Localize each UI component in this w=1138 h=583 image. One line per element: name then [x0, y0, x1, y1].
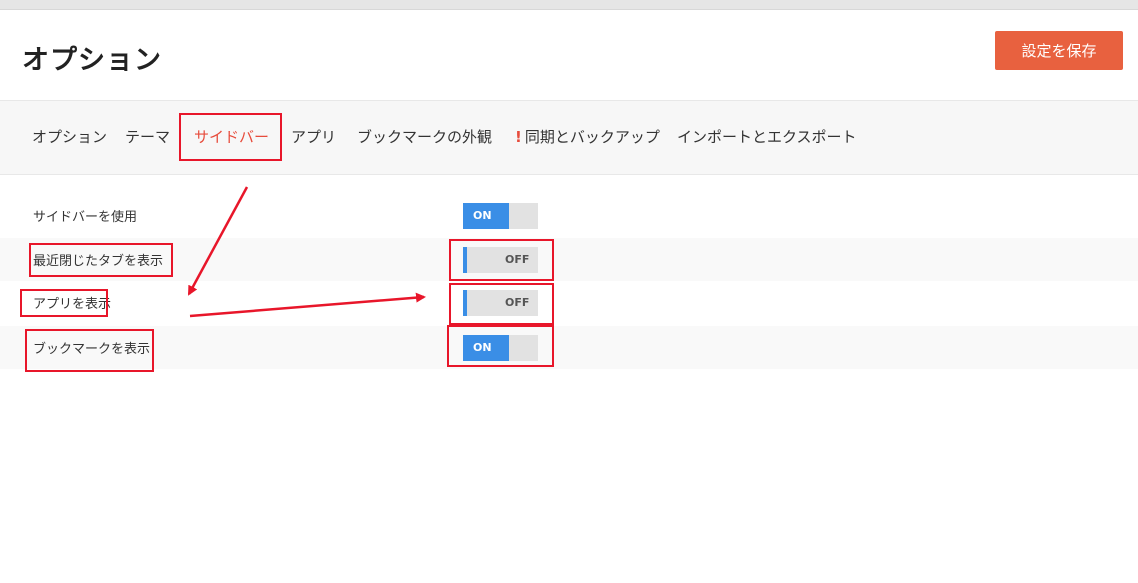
toggle-use-sidebar[interactable]: ON	[463, 203, 538, 229]
toggle-knob	[463, 290, 467, 316]
setting-row-show-bookmarks: ブックマークを表示 ON	[0, 326, 1138, 369]
toggle-show-bookmarks[interactable]: ON	[463, 335, 538, 361]
toggle-state-text: OFF	[505, 296, 530, 309]
tab-bar: オプション テーマ サイドバー アプリ ブックマークの外観 ! 同期とバックアップ…	[0, 100, 1138, 175]
tab-apps[interactable]: アプリ	[291, 126, 336, 147]
tab-import-export[interactable]: インポートとエクスポート	[677, 126, 857, 147]
setting-row-show-apps: アプリを表示 OFF	[0, 281, 1138, 324]
setting-row-use-sidebar: サイドバーを使用 ON	[0, 194, 1138, 237]
setting-label-show-apps: アプリを表示	[33, 297, 112, 312]
toggle-knob	[463, 247, 467, 273]
tab-sidebar[interactable]: サイドバー	[194, 126, 269, 147]
tab-sync-backup-label: 同期とバックアップ	[524, 128, 660, 146]
setting-label-recent-tabs: 最近閉じたタブを表示	[33, 254, 164, 269]
warning-icon: !	[515, 128, 522, 146]
setting-label-use-sidebar: サイドバーを使用	[33, 210, 138, 225]
tab-options[interactable]: オプション	[32, 126, 107, 147]
toggle-state-text: ON	[473, 341, 492, 354]
tab-sync-backup[interactable]: ! 同期とバックアップ	[515, 126, 660, 147]
toggle-recent-tabs[interactable]: OFF	[463, 247, 538, 273]
window-top-strip	[0, 0, 1138, 10]
setting-label-show-bookmarks: ブックマークを表示	[33, 342, 151, 357]
setting-row-recent-tabs: 最近閉じたタブを表示 OFF	[0, 238, 1138, 281]
page-title: オプション	[22, 45, 162, 76]
tab-bookmark-appearance[interactable]: ブックマークの外観	[357, 126, 492, 147]
toggle-state-text: OFF	[505, 253, 530, 266]
toggle-state-text: ON	[473, 209, 492, 222]
tab-theme[interactable]: テーマ	[125, 126, 170, 147]
save-settings-button[interactable]: 設定を保存	[995, 31, 1123, 70]
toggle-show-apps[interactable]: OFF	[463, 290, 538, 316]
